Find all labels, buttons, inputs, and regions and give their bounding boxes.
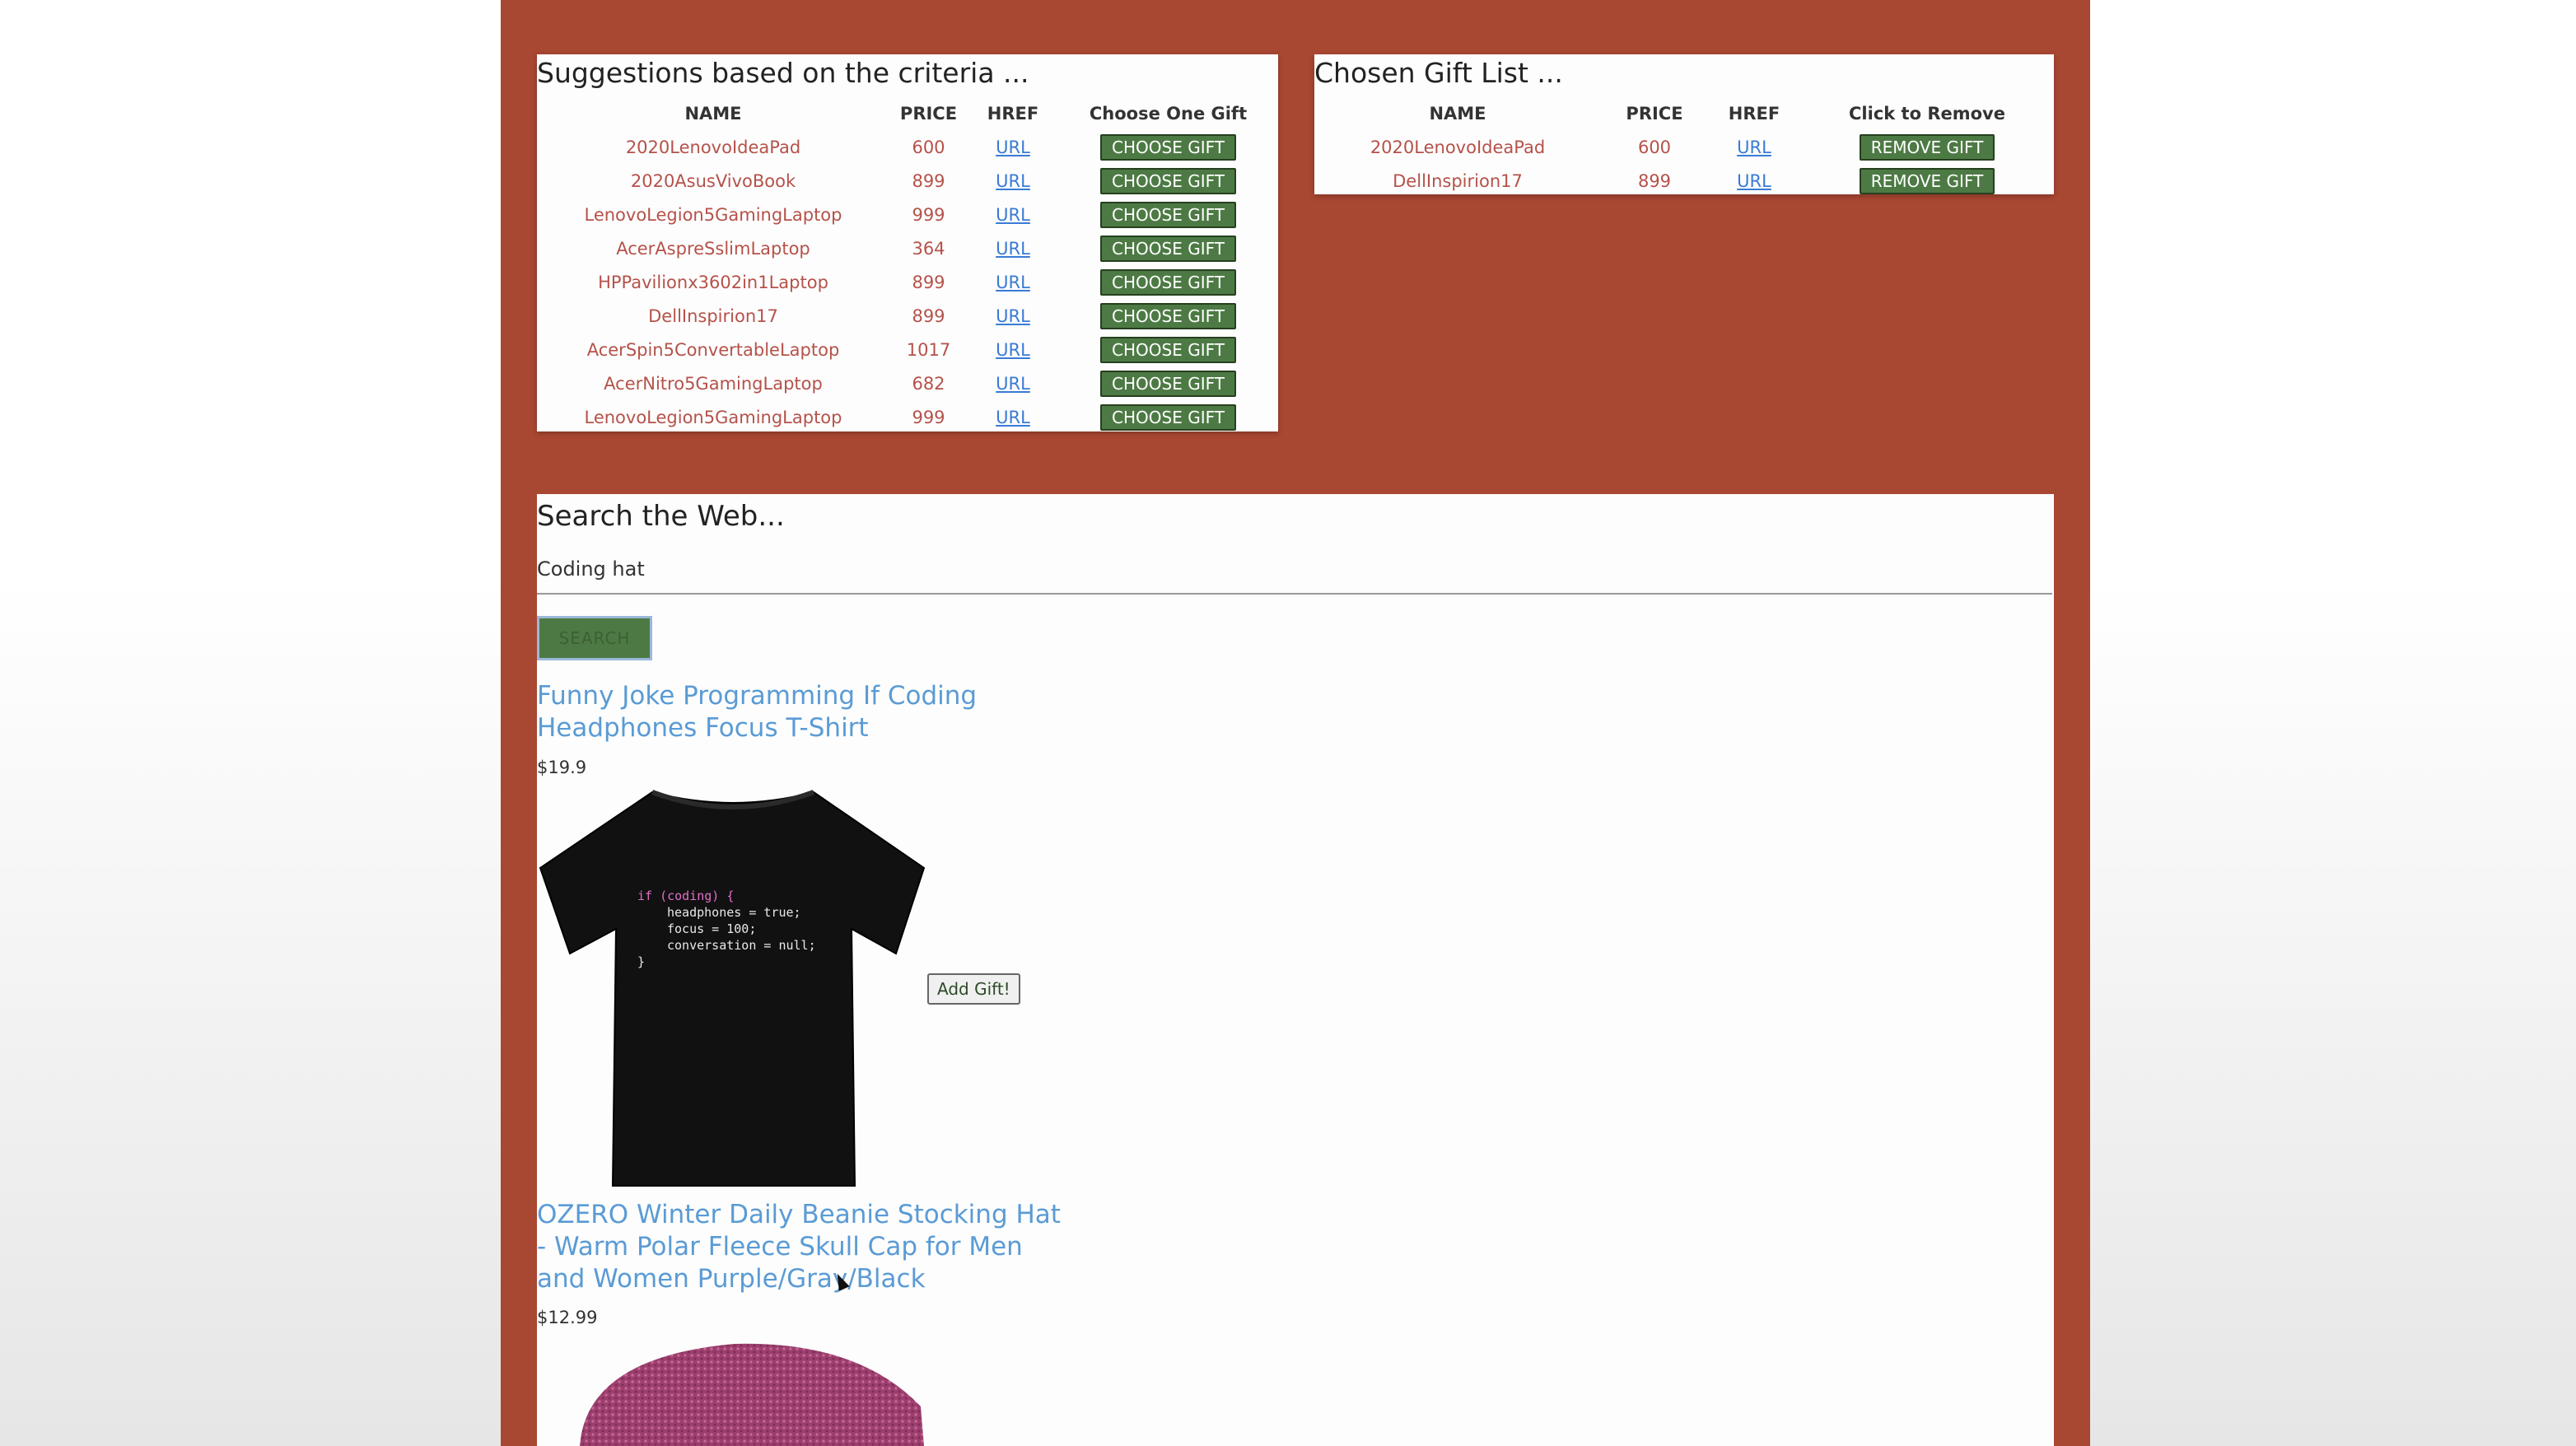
gift-url-link[interactable]: URL	[996, 205, 1030, 225]
gift-url-link[interactable]: URL	[996, 306, 1030, 326]
table-row: 2020AsusVivoBook 899 URL CHOOSE GIFT	[537, 164, 1278, 198]
product-title-line: OZERO Winter Daily Beanie Stocking Hat	[537, 1200, 1061, 1229]
tshirt-graphic	[539, 790, 926, 1187]
column-header-remove: Click to Remove	[1849, 104, 2005, 124]
tshirt-code-text: if (coding) { headphones = true; focus =…	[637, 888, 816, 970]
gift-price: 899	[1637, 170, 1672, 191]
suggestions-panel: Suggestions based on the criteria ... NA…	[537, 54, 1278, 431]
gift-url-link[interactable]: URL	[996, 408, 1030, 427]
gift-price: 682	[912, 373, 945, 394]
gift-url-link[interactable]: URL	[996, 340, 1030, 360]
gift-price: 600	[1637, 137, 1672, 157]
product-title-link[interactable]: Funny Joke Programming If Coding Headpho…	[537, 680, 977, 744]
column-header-price: PRICE	[1626, 104, 1683, 124]
product-price: $12.99	[537, 1308, 598, 1327]
column-header-name: NAME	[1429, 104, 1486, 124]
choose-gift-button[interactable]: CHOOSE GIFT	[1100, 302, 1236, 329]
gift-name: AcerAspreSslimLaptop	[616, 238, 810, 259]
gift-price: 999	[912, 204, 945, 225]
gift-price: 1017	[906, 339, 951, 360]
table-row: 2020LenovoIdeaPad 600 URL REMOVE GIFT	[1314, 130, 2054, 164]
gift-price: 899	[912, 306, 945, 326]
column-header-name: NAME	[684, 104, 742, 124]
choose-gift-button[interactable]: CHOOSE GIFT	[1100, 336, 1236, 363]
product-title-line: and Women Purple/Gray/Black	[537, 1264, 926, 1294]
chosen-gift-panel: Chosen Gift List ... NAME PRICE HREF Cli…	[1314, 54, 2054, 194]
gift-price: 364	[912, 238, 945, 259]
choose-gift-button[interactable]: CHOOSE GIFT	[1100, 370, 1236, 397]
product-title-link[interactable]: OZERO Winter Daily Beanie Stocking Hat -…	[537, 1199, 1061, 1295]
column-header-href: HREF	[1728, 104, 1780, 124]
product-price: $19.9	[537, 758, 587, 777]
gift-name: LenovoLegion5GamingLaptop	[584, 407, 842, 427]
table-row: AcerNitro5GamingLaptop 682 URL CHOOSE GI…	[537, 366, 1278, 400]
search-button[interactable]: SEARCH	[537, 616, 652, 660]
chosen-gift-title: Chosen Gift List ...	[1314, 57, 1563, 89]
chosen-gift-table: NAME PRICE HREF Click to Remove 2020Leno…	[1314, 97, 2054, 198]
remove-gift-button[interactable]: REMOVE GIFT	[1859, 133, 1995, 161]
choose-gift-button[interactable]: CHOOSE GIFT	[1100, 133, 1236, 161]
search-panel: Search the Web... SEARCH Funny Joke Prog…	[537, 494, 2054, 1446]
table-row: AcerAspreSslimLaptop 364 URL CHOOSE GIFT	[537, 231, 1278, 265]
code-line: if (coding) {	[637, 889, 735, 903]
table-row: HPPavilionx3602in1Laptop 899 URL CHOOSE …	[537, 265, 1278, 299]
gift-price: 899	[912, 272, 945, 292]
code-line: focus = 100;	[667, 921, 757, 936]
table-row: AcerSpin5ConvertableLaptop 1017 URL CHOO…	[537, 333, 1278, 366]
product-image-beanie	[578, 1341, 924, 1446]
table-row: LenovoLegion5GamingLaptop 999 URL CHOOSE…	[537, 198, 1278, 231]
table-row: DellInspirion17 899 URL REMOVE GIFT	[1314, 164, 2054, 198]
table-row: 2020LenovoIdeaPad 600 URL CHOOSE GIFT	[537, 130, 1278, 164]
gift-url-link[interactable]: URL	[1737, 171, 1771, 191]
remove-gift-button[interactable]: REMOVE GIFT	[1859, 167, 1995, 194]
table-header-row: NAME PRICE HREF Choose One Gift	[537, 97, 1278, 130]
gift-name: LenovoLegion5GamingLaptop	[584, 204, 842, 225]
beanie-graphic	[580, 1343, 924, 1446]
gift-url-link[interactable]: URL	[996, 273, 1030, 292]
gift-url-link[interactable]: URL	[996, 138, 1030, 157]
choose-gift-button[interactable]: CHOOSE GIFT	[1100, 403, 1236, 431]
table-row: LenovoLegion5GamingLaptop 999 URL CHOOSE…	[537, 400, 1278, 434]
gift-name: 2020AsusVivoBook	[630, 170, 796, 191]
code-line: conversation = null;	[667, 938, 816, 953]
product-title-line: Funny Joke Programming If Coding	[537, 681, 978, 711]
gift-price: 600	[912, 137, 945, 157]
gift-price: 899	[912, 170, 945, 191]
search-input[interactable]	[537, 545, 2052, 595]
product-title-line: - Warm Polar Fleece Skull Cap for Men	[537, 1232, 1023, 1262]
product-title-line: Headphones Focus T-Shirt	[537, 713, 869, 743]
table-header-row: NAME PRICE HREF Click to Remove	[1314, 97, 2054, 130]
choose-gift-button[interactable]: CHOOSE GIFT	[1100, 235, 1236, 262]
gift-name: DellInspirion17	[1393, 170, 1523, 191]
gift-name: 2020LenovoIdeaPad	[625, 137, 801, 157]
gift-name: HPPavilionx3602in1Laptop	[598, 272, 828, 292]
choose-gift-button[interactable]: CHOOSE GIFT	[1100, 268, 1236, 296]
choose-gift-button[interactable]: CHOOSE GIFT	[1100, 167, 1236, 194]
product-image-tshirt: if (coding) { headphones = true; focus =…	[537, 789, 929, 1189]
gift-url-link[interactable]: URL	[1737, 138, 1771, 157]
choose-gift-button[interactable]: CHOOSE GIFT	[1100, 201, 1236, 228]
gift-name: 2020LenovoIdeaPad	[1370, 137, 1546, 157]
code-line: }	[637, 954, 646, 969]
suggestions-table: NAME PRICE HREF Choose One Gift 2020Leno…	[537, 97, 1278, 434]
gift-url-link[interactable]: URL	[996, 374, 1030, 394]
gift-name: AcerSpin5ConvertableLaptop	[586, 339, 840, 360]
gift-url-link[interactable]: URL	[996, 239, 1030, 259]
code-line: headphones = true;	[667, 905, 801, 920]
gift-name: AcerNitro5GamingLaptop	[604, 373, 823, 394]
add-gift-button[interactable]: Add Gift!	[927, 973, 1020, 1005]
column-header-href: HREF	[987, 104, 1039, 124]
gift-url-link[interactable]: URL	[996, 171, 1030, 191]
gift-price: 999	[912, 407, 945, 427]
column-header-price: PRICE	[899, 104, 958, 124]
suggestions-title: Suggestions based on the criteria ...	[537, 57, 1029, 89]
table-row: DellInspirion17 899 URL CHOOSE GIFT	[537, 299, 1278, 333]
column-header-choose: Choose One Gift	[1089, 104, 1248, 124]
gift-name: DellInspirion17	[648, 306, 778, 326]
search-title: Search the Web...	[537, 500, 785, 533]
